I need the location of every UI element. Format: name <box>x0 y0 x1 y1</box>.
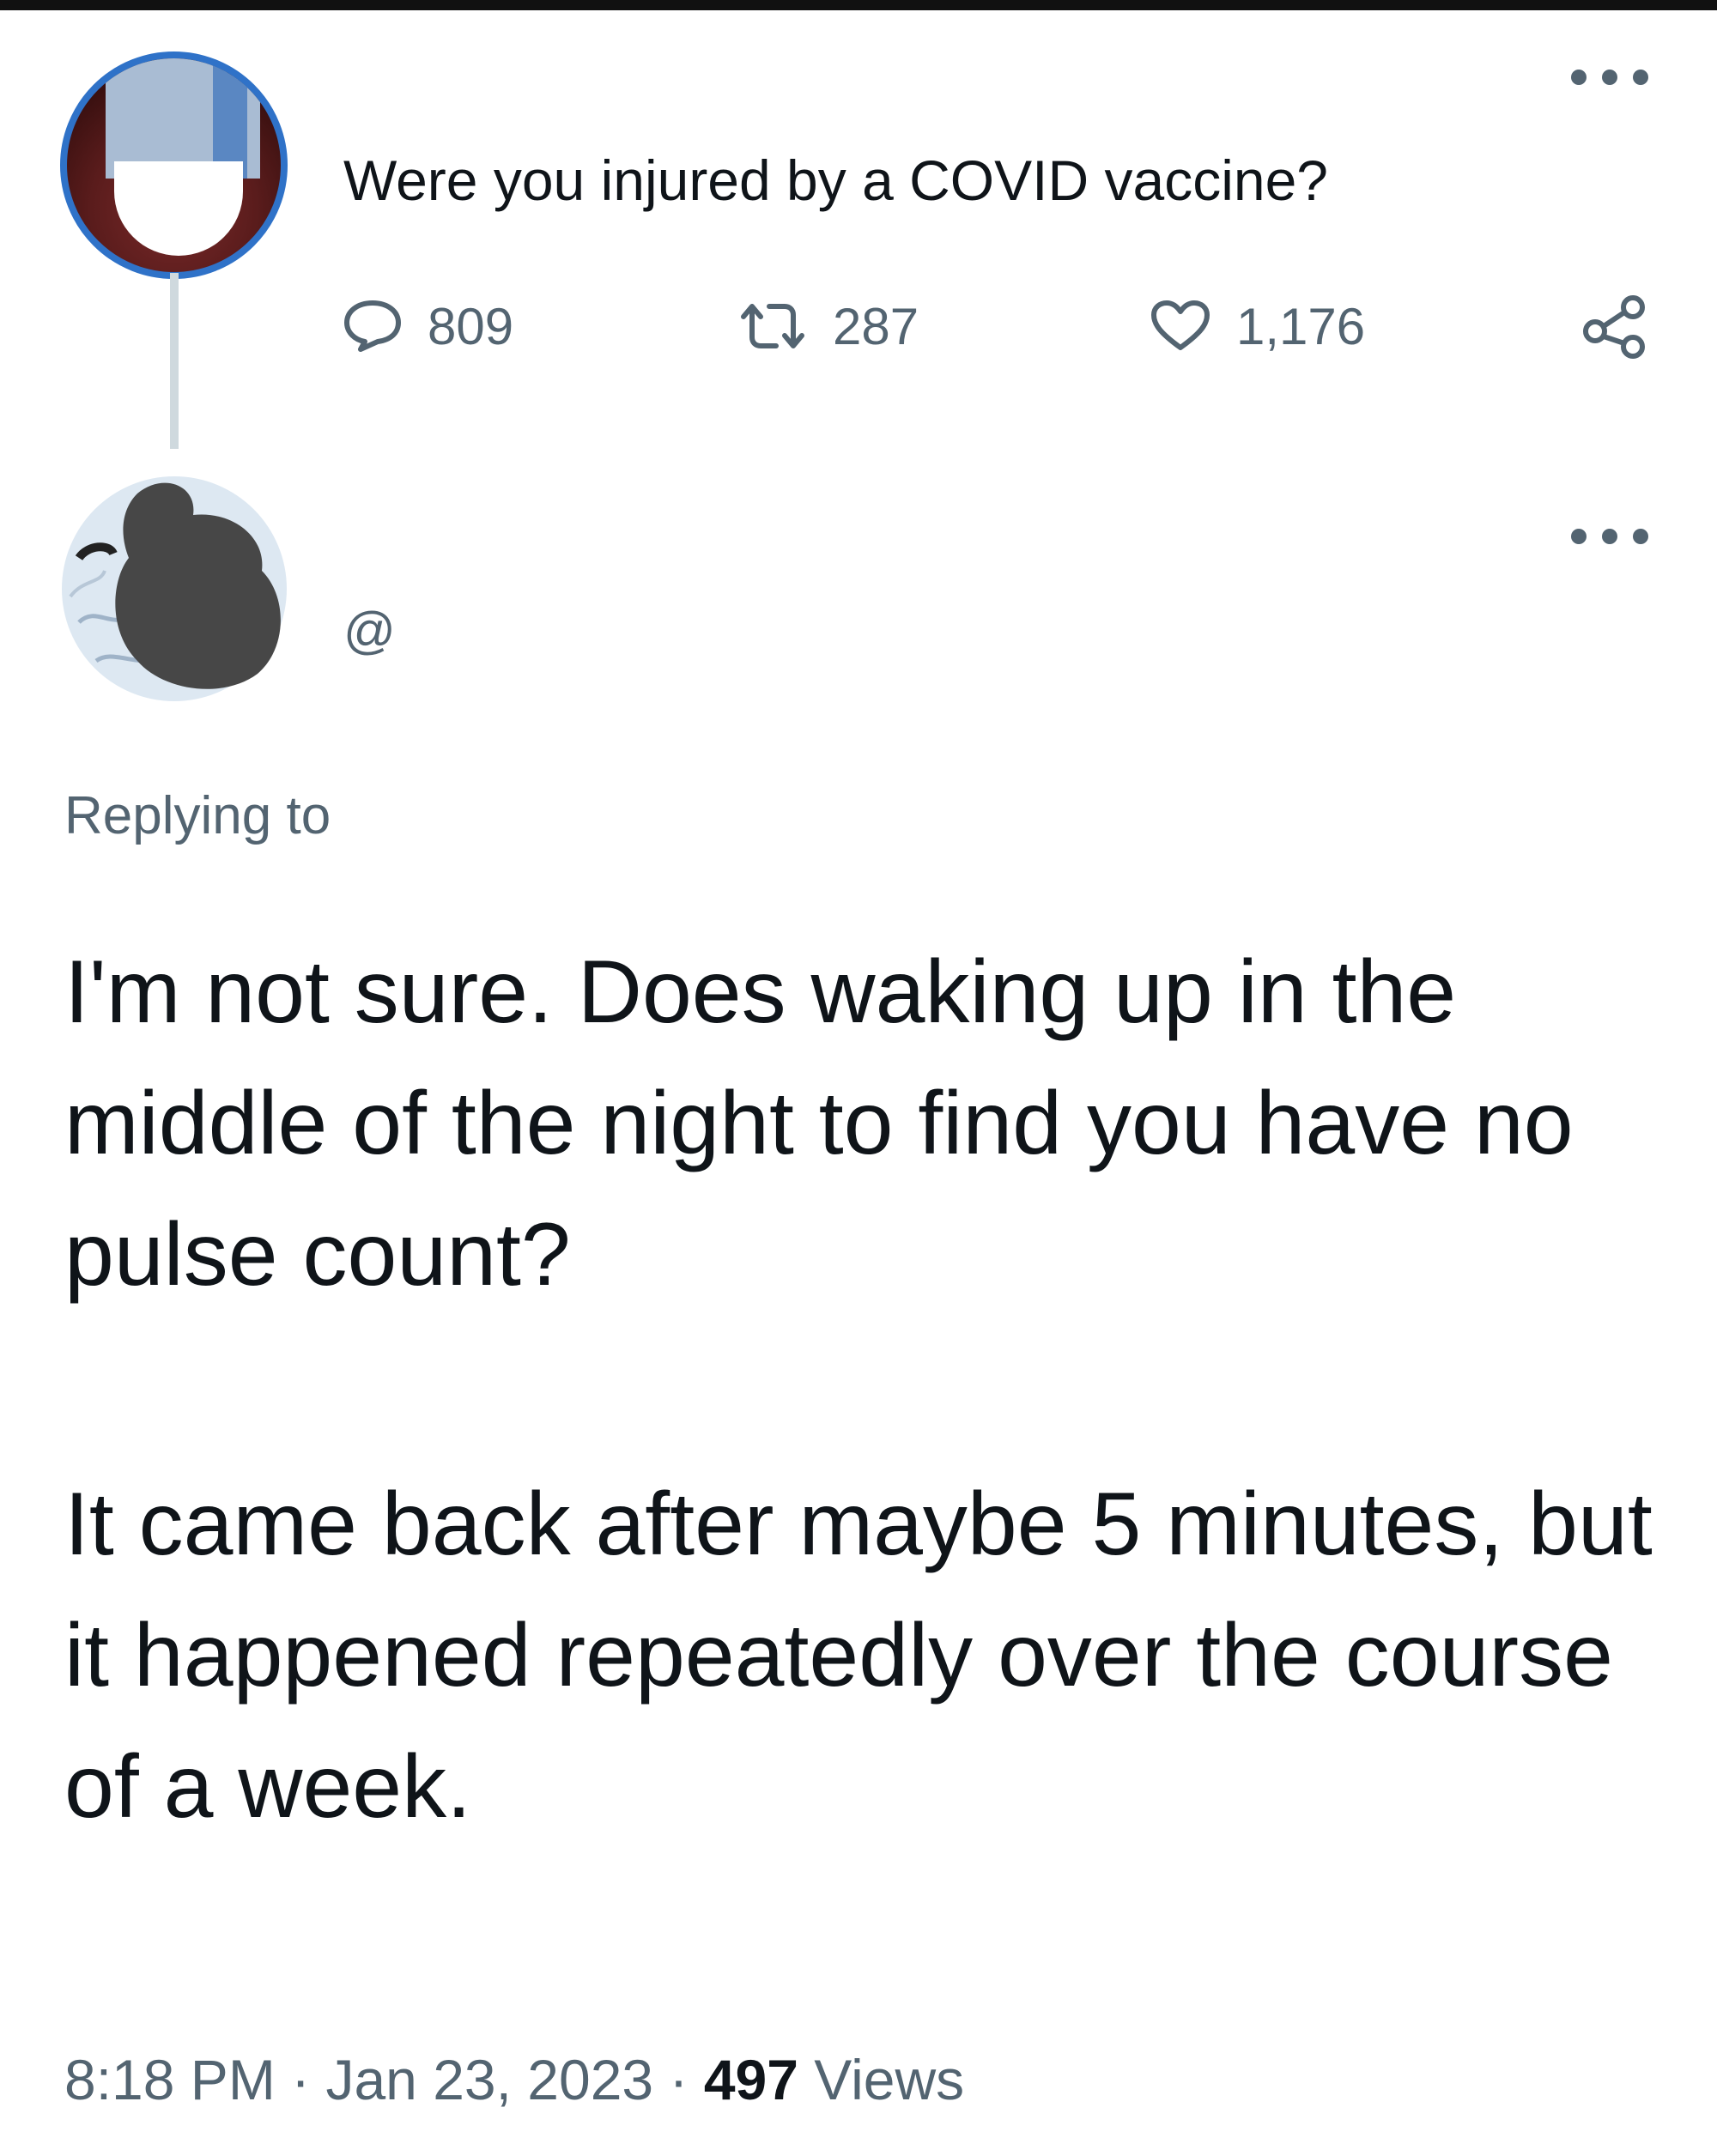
top-border <box>0 0 1717 10</box>
separator-dot: · <box>291 2048 311 2111</box>
redaction-block <box>213 58 247 179</box>
tweet-paragraph: It came back after maybe 5 minutes, but … <box>64 1475 1653 1837</box>
speech-bubble-icon <box>344 300 401 352</box>
views-count: 497 <box>703 2048 798 2111</box>
tweet-metadata: 8:18 PM · Jan 23, 2023 · 497 Views <box>64 2047 964 2112</box>
retweet-button[interactable]: 287 <box>738 292 919 360</box>
retweet-icon <box>741 304 804 348</box>
redaction-block <box>114 161 243 256</box>
share-icon <box>1583 295 1645 359</box>
views-label: Views <box>814 2048 965 2111</box>
tweet-text: Were you injured by a COVID vaccine? <box>343 148 1328 212</box>
heart-icon <box>1151 300 1210 350</box>
separator-dot: · <box>669 2048 689 2111</box>
replying-to-label[interactable]: Replying to <box>64 785 331 846</box>
user-handle[interactable]: @ <box>343 601 396 660</box>
reply-button[interactable]: 809 <box>343 292 513 360</box>
like-count: 1,176 <box>1236 297 1366 355</box>
retweet-count: 287 <box>833 297 919 355</box>
redaction-blob <box>115 482 281 689</box>
share-button[interactable] <box>1581 292 1650 360</box>
thread-connector-line <box>170 273 179 449</box>
like-button[interactable]: 1,176 <box>1150 292 1365 360</box>
more-dots-icon[interactable] <box>1571 64 1648 90</box>
more-dots-icon[interactable] <box>1571 524 1648 549</box>
avatar-redacted[interactable] <box>60 51 288 279</box>
tweet-date[interactable]: Jan 23, 2023 <box>325 2048 653 2111</box>
tweet-time[interactable]: 8:18 PM <box>64 2048 276 2111</box>
tweet-paragraph: I'm not sure. Does waking up in the midd… <box>64 942 1574 1305</box>
reply-count: 809 <box>428 297 514 355</box>
